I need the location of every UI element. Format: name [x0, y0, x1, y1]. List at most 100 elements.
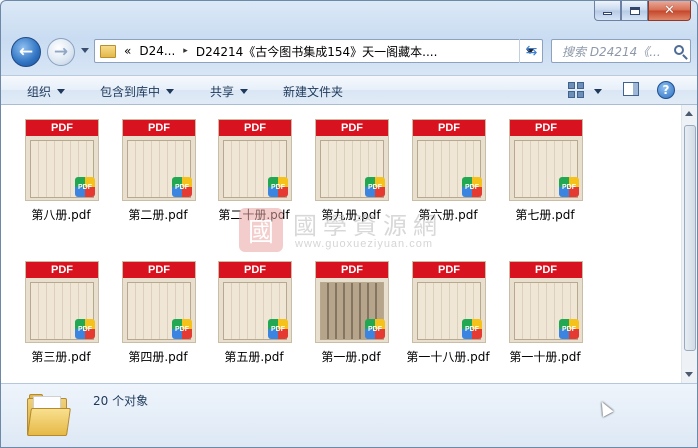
pdf-thumbnail: PDF PDF — [218, 261, 292, 343]
pdf-band-label: PDF — [413, 262, 485, 278]
file-item[interactable]: PDF PDF 第三册.pdf — [13, 253, 109, 373]
file-item[interactable]: PDF PDF 第五册.pdf — [206, 253, 302, 373]
pdf-band-label: PDF — [316, 262, 388, 278]
file-item[interactable]: PDF PDF 第七册.pdf — [497, 111, 593, 231]
refresh-button[interactable]: ⇆ — [519, 39, 543, 63]
file-name: 第六册.pdf — [418, 208, 478, 222]
caption-buttons: ✕ — [594, 1, 691, 21]
file-name: 第八册.pdf — [31, 208, 91, 222]
address-bar[interactable]: « D24... ▸ D24214《古今图书集成154》天一阁藏本.... — [94, 39, 543, 63]
file-name: 第九册.pdf — [321, 208, 381, 222]
chevron-down-icon — [166, 89, 175, 94]
back-button[interactable]: ← — [11, 37, 41, 67]
pdf-thumbnail: PDF PDF — [509, 119, 583, 201]
pdf-thumbnail: PDF PDF — [315, 261, 389, 343]
chevron-down-icon — [57, 89, 66, 94]
breadcrumb-parent[interactable]: D24... — [139, 44, 175, 58]
pdf-thumbnail: PDF PDF — [122, 119, 196, 201]
file-name: 第二十册.pdf — [218, 208, 290, 222]
file-item[interactable]: PDF PDF 第一册.pdf — [303, 253, 399, 373]
file-name: 第一十八册.pdf — [406, 350, 490, 364]
pdf-band-label: PDF — [123, 262, 195, 278]
navigation-bar: ← → « D24... ▸ D24214《古今图书集成154》天一阁藏本...… — [1, 31, 697, 71]
pdf-thumbnail: PDF PDF — [412, 261, 486, 343]
search-icon[interactable] — [674, 45, 684, 55]
file-name: 第七册.pdf — [515, 208, 575, 222]
pdf-app-icon: PDF — [365, 177, 385, 197]
include-in-library-menu[interactable]: 包含到库中 — [100, 83, 175, 100]
pdf-thumbnail: PDF PDF — [315, 119, 389, 201]
folder-icon — [27, 392, 71, 438]
file-item[interactable]: PDF PDF 第六册.pdf — [400, 111, 496, 231]
recent-locations-dropdown[interactable] — [81, 48, 89, 53]
share-menu[interactable]: 共享 — [210, 83, 249, 100]
view-options-dropdown[interactable] — [594, 89, 602, 94]
pdf-thumbnail: PDF PDF — [218, 119, 292, 201]
breadcrumb-current[interactable]: D24214《古今图书集成154》天一阁藏本.... — [196, 43, 438, 60]
chevron-down-icon — [240, 89, 249, 94]
pdf-band-label: PDF — [510, 262, 582, 278]
file-name: 第五册.pdf — [224, 350, 284, 364]
pdf-app-icon: PDF — [462, 177, 482, 197]
forward-button[interactable]: → — [47, 38, 75, 66]
pdf-app-icon: PDF — [462, 319, 482, 339]
minimize-button[interactable] — [594, 1, 621, 21]
pdf-thumbnail: PDF PDF — [25, 119, 99, 201]
scroll-up-icon[interactable] — [685, 111, 693, 116]
file-item[interactable]: PDF PDF 第九册.pdf — [303, 111, 399, 231]
file-item[interactable]: PDF PDF 第一十册.pdf — [497, 253, 593, 373]
pdf-app-icon: PDF — [172, 319, 192, 339]
file-name: 第一十册.pdf — [509, 350, 581, 364]
file-name: 第三册.pdf — [31, 350, 91, 364]
explorer-window: ✕ ← → « D24... ▸ D24214《古今图书集成154》天一阁藏本.… — [0, 0, 698, 448]
forward-arrow-icon: → — [53, 41, 69, 62]
pdf-thumbnail: PDF PDF — [509, 261, 583, 343]
item-count: 20 个对象 — [93, 394, 149, 408]
help-icon[interactable]: ? — [657, 81, 675, 99]
search-input[interactable]: 搜索 D24214《... — [562, 43, 670, 60]
file-item[interactable]: PDF PDF 第八册.pdf — [13, 111, 109, 231]
pdf-app-icon: PDF — [75, 319, 95, 339]
close-icon: ✕ — [664, 3, 675, 18]
pdf-band-label: PDF — [316, 120, 388, 136]
maximize-button[interactable] — [621, 1, 648, 21]
pdf-thumbnail: PDF PDF — [25, 261, 99, 343]
organize-label: 组织 — [27, 85, 52, 99]
file-item[interactable]: PDF PDF 第一十八册.pdf — [400, 253, 496, 373]
minimize-icon — [603, 12, 612, 15]
close-button[interactable]: ✕ — [648, 1, 691, 21]
pdf-app-icon: PDF — [268, 319, 288, 339]
pdf-band-label: PDF — [219, 262, 291, 278]
change-view-icon[interactable] — [568, 82, 584, 98]
pdf-thumbnail: PDF PDF — [412, 119, 486, 201]
new-folder-label: 新建文件夹 — [283, 85, 344, 99]
pdf-app-icon: PDF — [365, 319, 385, 339]
folder-icon — [100, 44, 116, 58]
maximize-icon — [629, 6, 640, 15]
scrollbar-thumb[interactable] — [684, 125, 696, 351]
pdf-band-label: PDF — [219, 120, 291, 136]
pdf-thumbnail: PDF PDF — [122, 261, 196, 343]
pdf-band-label: PDF — [26, 262, 98, 278]
refresh-icon: ⇆ — [525, 43, 538, 59]
file-name: 第一册.pdf — [321, 350, 381, 364]
file-item[interactable]: PDF PDF 第二册.pdf — [110, 111, 206, 231]
pdf-band-label: PDF — [26, 120, 98, 136]
breadcrumb-overflow[interactable]: « — [124, 44, 131, 58]
pdf-app-icon: PDF — [172, 177, 192, 197]
include-library-label: 包含到库中 — [100, 85, 161, 99]
pdf-app-icon: PDF — [75, 177, 95, 197]
search-box[interactable]: 搜索 D24214《... — [551, 39, 691, 63]
pdf-app-icon: PDF — [268, 177, 288, 197]
organize-menu[interactable]: 组织 — [27, 83, 66, 100]
file-item[interactable]: PDF PDF 第四册.pdf — [110, 253, 206, 373]
breadcrumb-separator-icon[interactable]: ▸ — [183, 46, 188, 56]
pdf-band-label: PDF — [510, 120, 582, 136]
new-folder-button[interactable]: 新建文件夹 — [283, 83, 343, 100]
file-item[interactable]: PDF PDF 第二十册.pdf — [206, 111, 302, 231]
pdf-band-label: PDF — [413, 120, 485, 136]
vertical-scrollbar[interactable] — [681, 105, 697, 383]
preview-pane-icon[interactable] — [623, 82, 639, 96]
scroll-down-icon[interactable] — [685, 372, 693, 377]
pdf-app-icon: PDF — [559, 319, 579, 339]
